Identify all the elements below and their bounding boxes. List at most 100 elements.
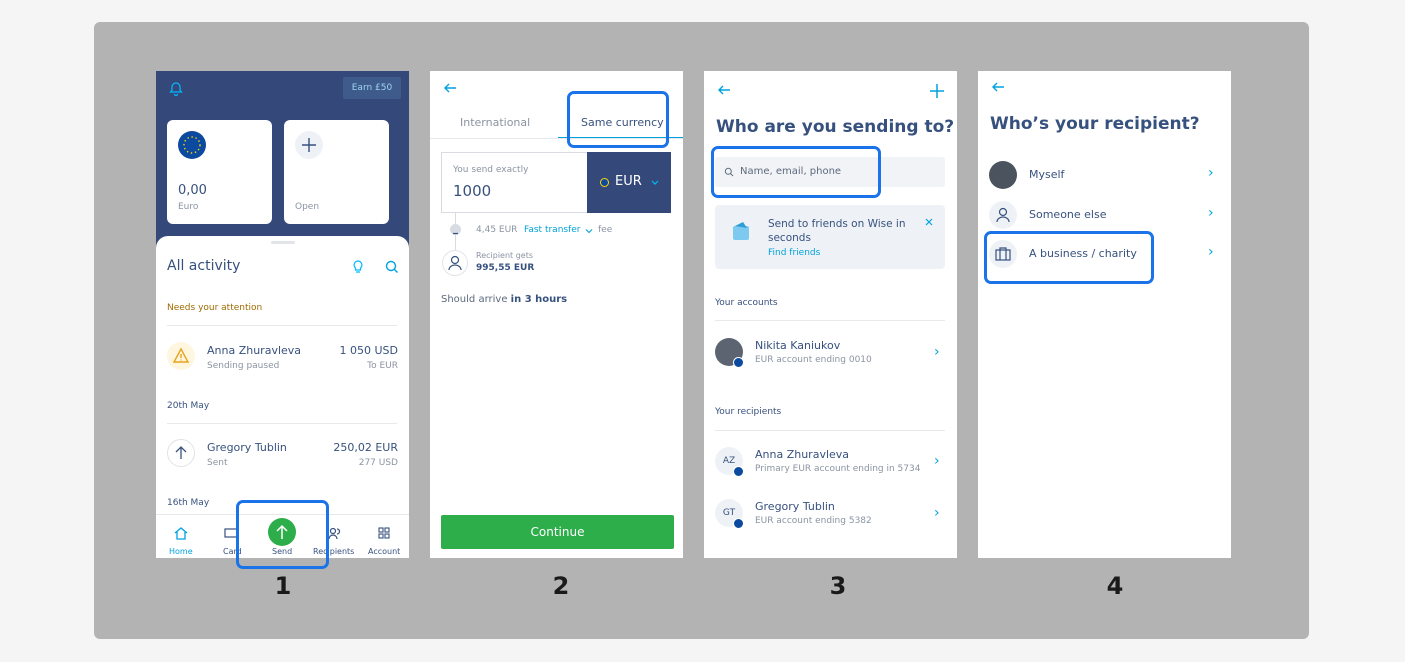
arrow-left-icon[interactable] — [990, 79, 1006, 95]
eu-flag-icon — [733, 357, 744, 368]
account-row[interactable]: Nikita Kaniukov EUR account ending 0010 … — [704, 333, 957, 373]
account-name: Nikita Kaniukov — [755, 339, 841, 352]
item-sub: To EUR — [367, 361, 398, 371]
divider — [167, 423, 397, 424]
tab-home[interactable]: Home — [156, 515, 206, 558]
section-label: Your recipients — [715, 407, 782, 417]
promo-title: Send to friends on Wise in seconds — [768, 218, 906, 244]
currency-select[interactable]: EUR — [587, 152, 671, 213]
divider — [715, 320, 945, 321]
balance-currency: Euro — [178, 202, 199, 212]
chevron-right-icon: › — [934, 505, 940, 521]
highlight-search-input — [711, 146, 881, 198]
recipient-name: Anna Zhuravleva — [755, 448, 850, 461]
avatar — [989, 161, 1017, 189]
arrow-left-icon[interactable] — [716, 82, 732, 98]
send-label: You send exactly — [453, 165, 529, 175]
bell-icon[interactable] — [168, 81, 184, 97]
highlight-same-currency-tab — [567, 91, 669, 148]
tab-account[interactable]: Account — [359, 515, 409, 558]
item-sub: 277 USD — [358, 458, 398, 468]
earn-button[interactable]: Earn £50 — [343, 77, 401, 99]
paper-plane-icon — [733, 222, 749, 240]
recipient-name: Gregory Tublin — [755, 500, 835, 513]
activity-heading: All activity — [167, 258, 241, 274]
section-label: Your accounts — [715, 298, 778, 308]
find-friends-link[interactable]: Find friends — [768, 248, 820, 258]
search-icon[interactable] — [384, 259, 400, 275]
item-name: Anna Zhuravleva — [207, 344, 302, 357]
option-myself[interactable]: Myself › — [978, 160, 1231, 190]
close-icon[interactable] — [924, 217, 934, 227]
balance-value: 0,00 — [178, 183, 207, 198]
person-icon — [989, 201, 1017, 229]
chevron-down-icon — [651, 180, 659, 185]
step-number: 2 — [552, 572, 570, 600]
euro-balance-card[interactable]: 0,00 Euro — [167, 120, 272, 224]
minus-icon — [450, 224, 461, 235]
item-status: Sending paused — [207, 361, 280, 371]
fee-word: fee — [598, 225, 613, 235]
invite-promo-card[interactable]: Send to friends on Wise in seconds Find … — [715, 205, 945, 269]
option-label: Someone else — [1029, 208, 1107, 221]
currency-code: EUR — [615, 174, 642, 189]
person-icon — [442, 250, 468, 276]
recipient-sub: Primary EUR account ending in 5734 — [755, 464, 921, 474]
activity-item-gregory[interactable]: Gregory Tublin Sent 250,02 EUR 277 USD — [156, 433, 409, 477]
eu-flag-icon — [733, 466, 744, 477]
item-amount: 250,02 EUR — [333, 441, 398, 454]
account-sub: EUR account ending 0010 — [755, 355, 872, 365]
recipient-value: 995,55 EUR — [476, 263, 535, 273]
arrival-estimate: Should arrive in 3 hours — [441, 294, 568, 305]
grid-icon — [378, 527, 390, 539]
chevron-right-icon: › — [1208, 165, 1214, 181]
plus-icon — [295, 131, 323, 159]
continue-button[interactable]: Continue — [441, 515, 674, 549]
chevron-right-icon: › — [934, 453, 940, 469]
item-name: Gregory Tublin — [207, 441, 287, 454]
activity-item-anna[interactable]: Anna Zhuravleva Sending paused 1 050 USD… — [156, 336, 409, 380]
warning-icon — [167, 342, 195, 370]
item-amount: 1 050 USD — [339, 344, 399, 357]
highlight-business-option — [984, 231, 1154, 284]
highlight-send-tab — [236, 500, 329, 569]
recipient-label: Recipient gets — [476, 251, 534, 260]
open-balance-card[interactable]: Open — [284, 120, 389, 224]
step-number: 1 — [274, 572, 292, 600]
chevron-right-icon: › — [1208, 205, 1214, 221]
tab-international[interactable]: International — [460, 116, 530, 129]
divider — [167, 325, 397, 326]
chevron-down-icon — [585, 229, 593, 234]
recipient-row[interactable]: GT Gregory Tublin EUR account ending 538… — [704, 494, 957, 534]
option-label: Myself — [1029, 168, 1065, 181]
attention-label: Needs your attention — [167, 303, 263, 313]
step-number: 3 — [829, 572, 847, 600]
date-label: 20th May — [167, 401, 210, 411]
open-label: Open — [295, 202, 320, 212]
date-label: 16th May — [167, 498, 210, 508]
home-icon — [174, 527, 188, 540]
page-title: Who are you sending to? — [716, 117, 955, 137]
recipient-sub: EUR account ending 5382 — [755, 516, 872, 526]
page-title: Who’s your recipient? — [990, 114, 1200, 134]
eu-flag-icon — [600, 178, 609, 187]
step-number: 4 — [1106, 572, 1124, 600]
plus-icon[interactable] — [928, 82, 946, 100]
arrow-up-icon — [167, 439, 195, 467]
arrow-left-icon[interactable] — [442, 80, 458, 96]
recipient-search-screen: Who are you sending to? Name, email, pho… — [704, 71, 957, 558]
home-screen: Earn £50 0,00 Euro Open All activity Nee… — [156, 71, 409, 558]
fee-type-select[interactable]: Fast transfer — [524, 225, 581, 235]
lightbulb-icon[interactable] — [350, 259, 366, 275]
eu-flag-icon — [733, 518, 744, 529]
fee-amount: 4,45 EUR — [476, 225, 518, 235]
eu-flag-icon — [178, 131, 206, 159]
recipient-type-screen: Who’s your recipient? Myself › Someone e… — [978, 71, 1231, 558]
recipient-row[interactable]: AZ Anna Zhuravleva Primary EUR account e… — [704, 442, 957, 482]
chevron-right-icon: › — [1208, 244, 1214, 260]
chevron-right-icon: › — [934, 344, 940, 360]
sheet-handle[interactable] — [271, 241, 295, 244]
option-someone-else[interactable]: Someone else › — [978, 200, 1231, 230]
home-header: Earn £50 0,00 Euro Open — [156, 71, 409, 261]
send-value: 1000 — [453, 182, 492, 200]
